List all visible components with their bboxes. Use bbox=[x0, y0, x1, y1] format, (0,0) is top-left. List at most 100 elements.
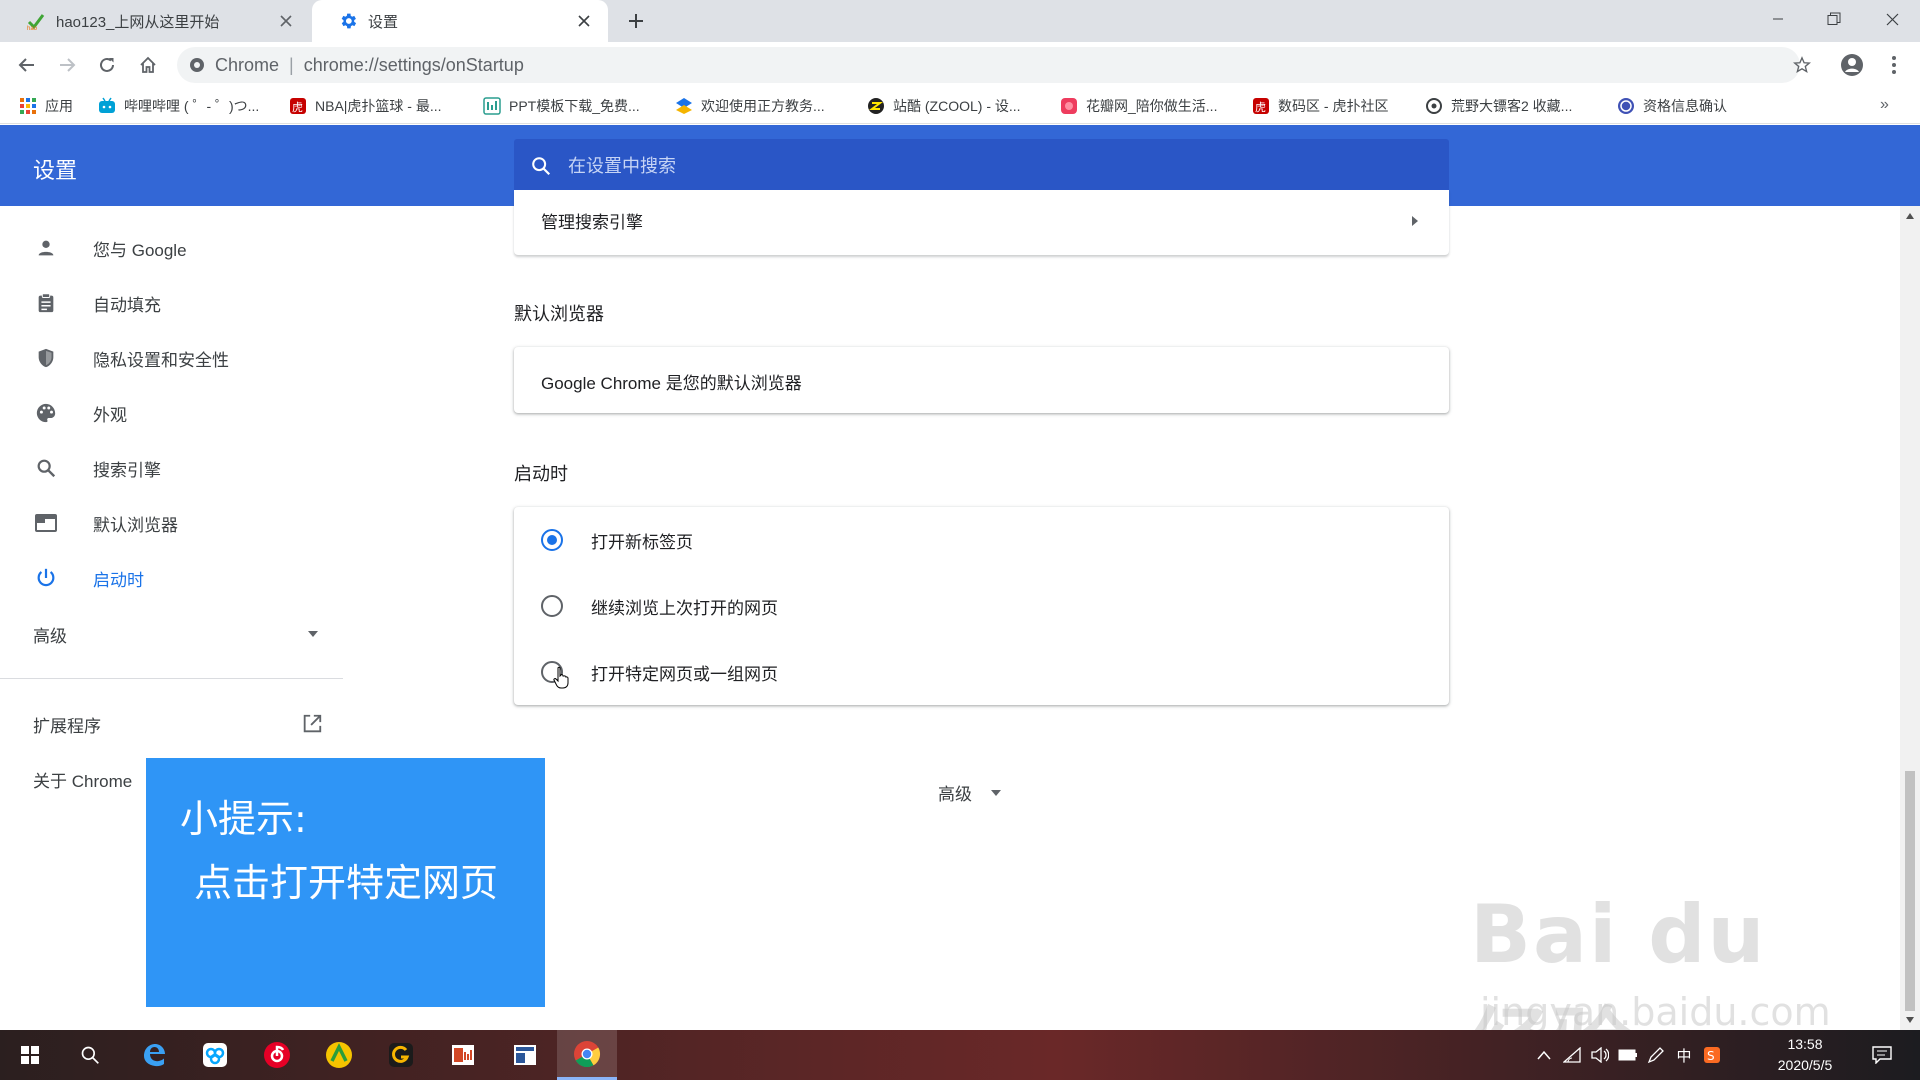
taskbar-edge[interactable] bbox=[124, 1030, 184, 1080]
start-button[interactable] bbox=[0, 1030, 60, 1080]
bookmark-rdr2[interactable]: 荒野大镖客2 收藏... bbox=[1425, 94, 1572, 118]
page-scrollbar[interactable] bbox=[1900, 206, 1920, 1030]
scheme-label: Chrome bbox=[215, 54, 280, 75]
bookmark-bilibili[interactable]: 哔哩哔哩 ( ゜- ゜)つ... bbox=[98, 94, 259, 118]
bilibili-icon bbox=[99, 97, 115, 113]
baidu-jingyan-watermark: Bai du 经验 jingyan.baidu.com bbox=[1470, 878, 1850, 1080]
home-button[interactable] bbox=[134, 51, 162, 79]
bookmark-label: 数码区 - 虎扑社区 bbox=[1278, 98, 1389, 114]
tab-title: hao123_上网从这里开始 bbox=[56, 13, 220, 31]
reload-button[interactable] bbox=[93, 51, 121, 79]
palette-icon bbox=[33, 400, 59, 426]
bookmark-nba-hupu[interactable]: 虎 NBA|虎扑篮球 - 最... bbox=[289, 94, 442, 118]
jiaowu-icon bbox=[676, 98, 692, 114]
sidebar-item-label: 关于 Chrome bbox=[33, 771, 133, 791]
notification-center-button[interactable] bbox=[1862, 1030, 1902, 1080]
windows-taskbar: 中 S 13:58 2020/5/5 bbox=[0, 1030, 1920, 1080]
sidebar-item-appearance[interactable]: 外观 bbox=[0, 386, 343, 440]
on-startup-card: 打开新标签页 继续浏览上次打开的网页 打开特定网页或一组网页 bbox=[514, 507, 1449, 705]
bookmark-apps[interactable]: 应用 bbox=[19, 94, 73, 118]
minimize-button[interactable] bbox=[1750, 0, 1806, 38]
caret-down-icon bbox=[308, 631, 318, 637]
chevron-up-icon[interactable] bbox=[1530, 1030, 1558, 1080]
taskbar-powerpoint[interactable] bbox=[433, 1030, 493, 1080]
sidebar-advanced-toggle[interactable]: 高级 bbox=[33, 616, 319, 652]
back-button[interactable] bbox=[13, 51, 41, 79]
manage-search-engines-row[interactable]: 管理搜索引擎 bbox=[541, 208, 1419, 233]
sidebar-item-about[interactable]: 关于 Chrome bbox=[33, 761, 132, 797]
wifi-icon[interactable] bbox=[1558, 1030, 1586, 1080]
ime-indicator[interactable]: 中 bbox=[1670, 1030, 1698, 1080]
taskbar-word[interactable] bbox=[495, 1030, 555, 1080]
search-icon bbox=[81, 1046, 99, 1064]
bookmark-label: 资格信息确认 bbox=[1643, 98, 1727, 114]
bookmarks-overflow-button[interactable]: » bbox=[1880, 96, 1902, 116]
taskbar-netease-music[interactable] bbox=[247, 1030, 307, 1080]
sidebar-item-you-and-google[interactable]: 您与 Google bbox=[0, 221, 343, 275]
bookmark-ppt[interactable]: PPT模板下载_免费... bbox=[483, 94, 640, 118]
close-icon[interactable] bbox=[572, 9, 596, 33]
window-close-button[interactable] bbox=[1864, 0, 1920, 38]
zcool-icon bbox=[868, 98, 884, 114]
sidebar-item-privacy[interactable]: 隐私设置和安全性 bbox=[0, 331, 343, 385]
mouse-pointer-icon bbox=[552, 666, 570, 690]
settings-search[interactable] bbox=[514, 139, 1449, 193]
pen-icon[interactable] bbox=[1642, 1030, 1670, 1080]
seal-icon bbox=[1618, 98, 1634, 114]
startup-option-specific-pages[interactable]: 打开特定网页或一组网页 bbox=[541, 657, 778, 687]
advanced-label: 高级 bbox=[938, 785, 972, 804]
restore-button[interactable] bbox=[1806, 0, 1862, 38]
bookmark-huaban[interactable]: 花瓣网_陪你做生活... bbox=[1060, 94, 1217, 118]
sidebar-item-label: 您与 Google bbox=[93, 240, 187, 260]
close-icon[interactable] bbox=[274, 9, 298, 33]
word-icon bbox=[514, 1045, 536, 1065]
sidebar-item-search-engine[interactable]: 搜索引擎 bbox=[0, 441, 343, 495]
chrome-menu-button[interactable] bbox=[1880, 51, 1908, 79]
radio-button-checked[interactable] bbox=[541, 529, 563, 551]
settings-search-input[interactable] bbox=[568, 155, 1368, 177]
more-vert-icon bbox=[1892, 56, 1896, 74]
new-tab-button[interactable] bbox=[622, 7, 650, 35]
bookmark-jiaowu[interactable]: 欢迎使用正方教务... bbox=[675, 94, 825, 118]
taskbar-clock[interactable]: 13:58 2020/5/5 bbox=[1765, 1034, 1845, 1076]
taskbar-app-green[interactable] bbox=[309, 1030, 369, 1080]
sidebar-item-label: 外观 bbox=[93, 405, 127, 425]
scroll-thumb[interactable] bbox=[1905, 771, 1915, 1011]
sidebar-item-on-startup[interactable]: 启动时 bbox=[0, 551, 343, 605]
forward-button[interactable] bbox=[53, 51, 81, 79]
profile-button[interactable] bbox=[1838, 51, 1866, 79]
taskbar-chrome[interactable] bbox=[557, 1030, 617, 1080]
address-bar[interactable]: Chrome | chrome://settings/onStartup bbox=[177, 47, 1800, 83]
startup-option-new-tab[interactable]: 打开新标签页 bbox=[541, 525, 693, 555]
svg-text:虎: 虎 bbox=[292, 101, 303, 114]
tab-settings[interactable]: 设置 bbox=[312, 0, 608, 42]
sidebar-item-autofill[interactable]: 自动填充 bbox=[0, 276, 343, 330]
app-g-icon bbox=[389, 1043, 413, 1067]
bookmark-star-button[interactable] bbox=[1788, 51, 1816, 79]
svg-text:S: S bbox=[1707, 1049, 1715, 1063]
sidebar-item-label: 扩展程序 bbox=[33, 716, 101, 736]
tab-strip: hao hao123_上网从这里开始 设置 bbox=[0, 0, 1920, 42]
bookmark-label: PPT模板下载_免费... bbox=[509, 98, 640, 114]
radio-button[interactable] bbox=[541, 595, 563, 617]
taskbar-baidu-netdisk[interactable] bbox=[185, 1030, 245, 1080]
bookmark-zcool[interactable]: 站酷 (ZCOOL) - 设... bbox=[867, 94, 1021, 118]
system-tray: 中 S bbox=[1530, 1030, 1726, 1080]
battery-icon[interactable] bbox=[1614, 1030, 1642, 1080]
volume-icon[interactable] bbox=[1586, 1030, 1614, 1080]
sogou-ime-icon[interactable]: S bbox=[1698, 1030, 1726, 1080]
svg-text:虎: 虎 bbox=[1255, 101, 1266, 114]
startup-option-continue[interactable]: 继续浏览上次打开的网页 bbox=[541, 591, 778, 621]
bookmark-zige[interactable]: 资格信息确认 bbox=[1617, 94, 1727, 118]
bookmark-shuma-hupu[interactable]: 虎 数码区 - 虎扑社区 bbox=[1252, 94, 1388, 118]
sidebar-item-default-browser[interactable]: 默认浏览器 bbox=[0, 496, 343, 550]
taskbar-app-g[interactable] bbox=[371, 1030, 431, 1080]
tab-hao123[interactable]: hao hao123_上网从这里开始 bbox=[0, 0, 310, 42]
sidebar-item-extensions[interactable]: 扩展程序 bbox=[33, 706, 323, 742]
clipboard-icon bbox=[33, 290, 59, 316]
advanced-toggle[interactable]: 高级 bbox=[938, 780, 1002, 805]
tip-overlay: 小提示: 点击打开特定网页 bbox=[146, 758, 545, 1007]
arrow-left-icon bbox=[18, 58, 34, 72]
radio-label: 打开特定网页或一组网页 bbox=[591, 664, 778, 684]
taskbar-search-button[interactable] bbox=[60, 1030, 120, 1080]
